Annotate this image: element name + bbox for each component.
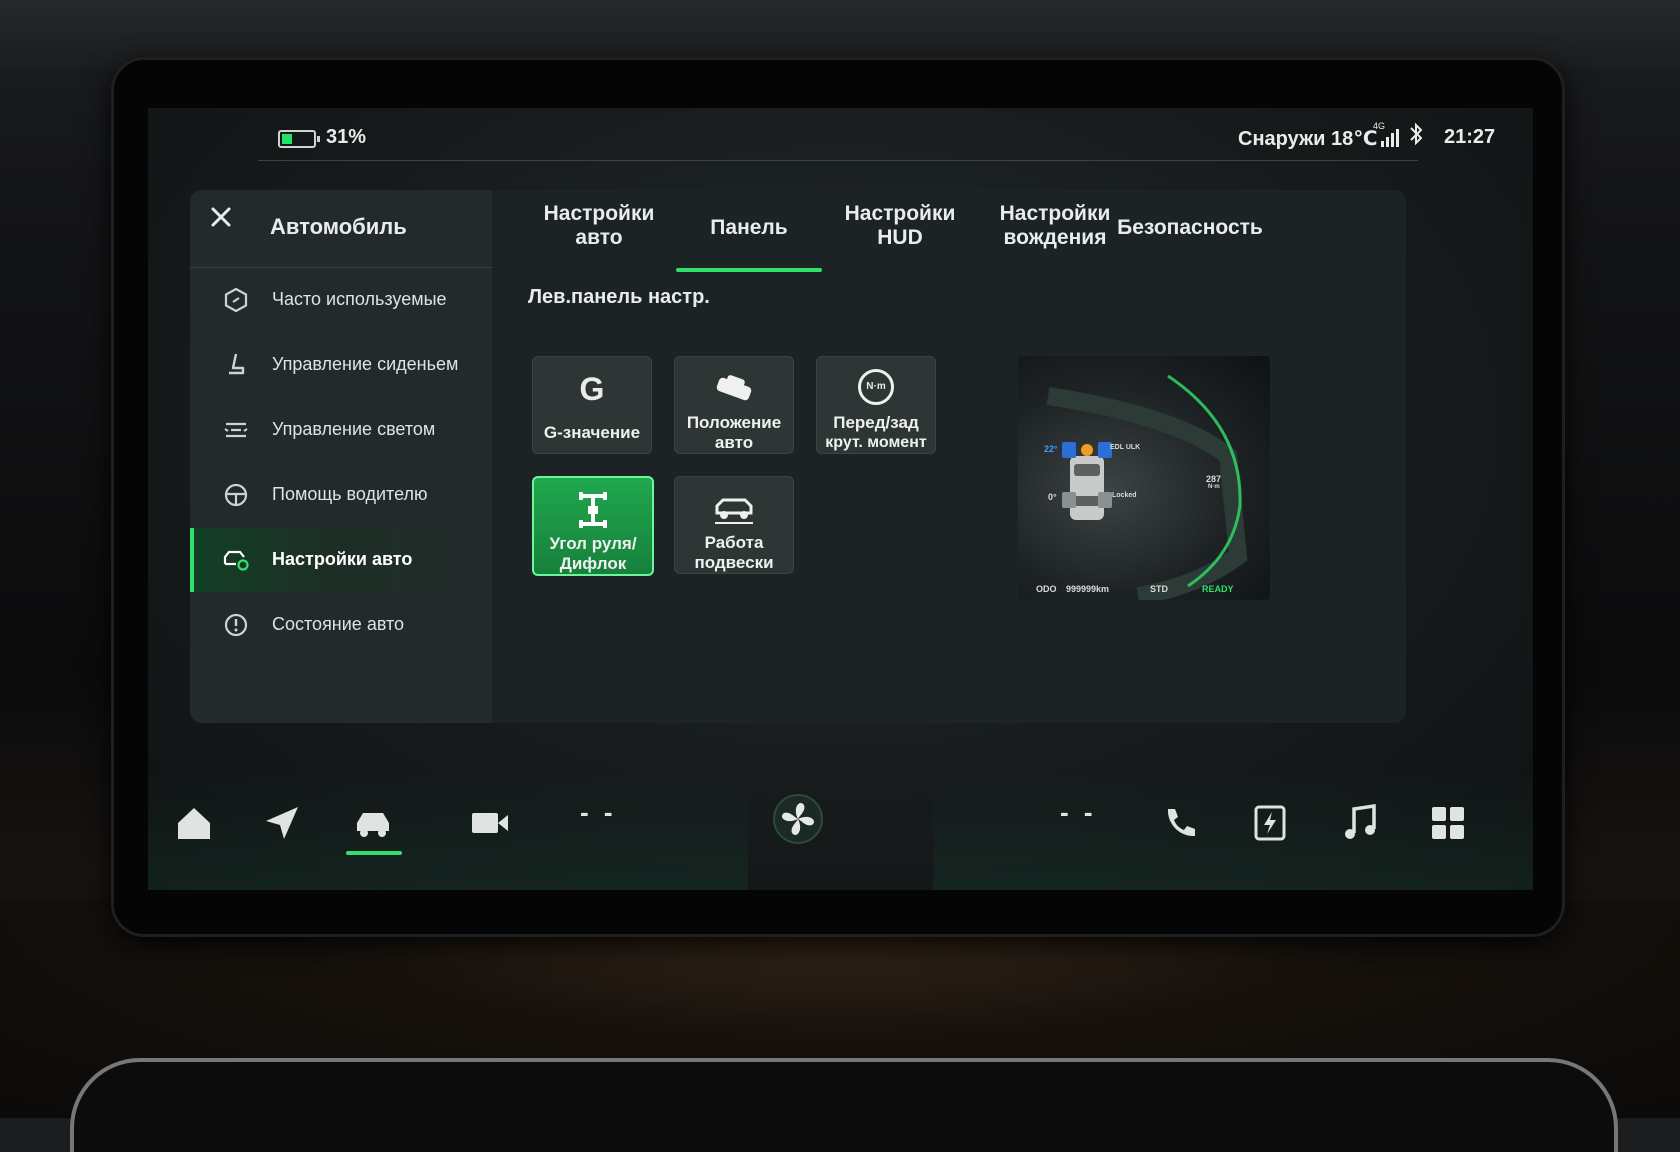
car-position-icon — [716, 375, 752, 401]
tab-label-line2: HUD — [877, 226, 923, 249]
tile-label: G-значение — [543, 423, 641, 442]
edl-status: EDL ULK — [1110, 444, 1141, 451]
close-button[interactable] — [206, 204, 236, 234]
tile-label-line1: Работа — [704, 533, 764, 552]
apps-grid-icon[interactable] — [1428, 803, 1468, 843]
clock: 21:27 — [1444, 126, 1496, 148]
air-vent — [70, 1058, 1618, 1152]
steering-angle-bottom: 0° — [1048, 492, 1057, 502]
torque-icon: N·m — [817, 369, 935, 409]
sidebar-title: Автомобиль — [270, 214, 407, 239]
tile-g-value[interactable]: G G-значение — [532, 356, 652, 454]
light-icon — [224, 422, 248, 438]
axle-icon — [579, 492, 607, 528]
infotainment-screen: 31% Снаружи 18℃ 4G 21:27 Автомобиль Част… — [148, 108, 1533, 890]
sidebar-item-label: Состояние авто — [272, 614, 405, 634]
tile-steering-angle-difflock[interactable]: Угол руля/ Дифлок — [532, 476, 654, 576]
drive-mode: STD — [1150, 584, 1168, 594]
outside-temperature: Снаружи 18℃ — [1238, 128, 1378, 150]
tab-label-line2: вождения — [1003, 226, 1107, 249]
network-type: 4G — [1373, 121, 1386, 131]
tab-safety[interactable]: Безопасность — [1110, 202, 1270, 272]
odo-value: 999999km — [1066, 584, 1110, 594]
sidebar-item-label: Помощь водителю — [272, 484, 428, 504]
tab-car-settings[interactable]: Настройки авто — [524, 202, 674, 272]
battery-icon — [278, 130, 320, 148]
charging-icon[interactable] — [1250, 803, 1290, 843]
suspension-icon — [715, 498, 753, 524]
fan-icon[interactable] — [770, 791, 826, 847]
tile-car-position[interactable]: Положение авто — [674, 356, 794, 454]
status-divider — [258, 160, 1418, 161]
tab-label-line1: Настройки — [999, 202, 1111, 225]
tile-label-line2: Дифлок — [559, 554, 627, 573]
lock-status: Locked — [1112, 492, 1137, 499]
sidebar-item-frequently-used[interactable]: Часто используемые — [190, 268, 492, 332]
sidebar-item-label: Часто используемые — [272, 289, 447, 309]
tile-label-line1: Угол руля/ — [549, 534, 637, 553]
sidebar-item-seat-control[interactable]: Управление сиденьем — [190, 333, 492, 397]
music-icon[interactable] — [1340, 803, 1380, 843]
section-title: Лев.панель настр. — [528, 286, 710, 308]
tab-label: Безопасность — [1117, 216, 1263, 239]
home-icon[interactable] — [174, 803, 214, 843]
odo-label: ODO — [1036, 584, 1057, 594]
close-icon — [211, 207, 231, 227]
sidebar-item-label: Настройки авто — [272, 549, 413, 569]
right-climate-temp[interactable]: - - — [1060, 797, 1097, 828]
hexagon-icon — [224, 287, 248, 313]
navigation-icon[interactable] — [262, 803, 302, 843]
sidebar-item-driver-assist[interactable]: Помощь водителю — [190, 463, 492, 527]
battery-percentage: 31% — [326, 126, 367, 148]
ready-indicator: READY — [1202, 584, 1234, 594]
bottom-navigation: - - - - — [148, 773, 1533, 890]
tab-active-indicator — [676, 268, 822, 272]
car-icon[interactable] — [353, 803, 393, 843]
tile-label-line2: авто — [714, 433, 754, 452]
tile-torque-distribution[interactable]: N·m Перед/зад крут. момент — [816, 356, 936, 454]
signal-icon: 4G — [1373, 121, 1401, 147]
camera-icon[interactable] — [470, 803, 510, 843]
g-value-icon: G — [579, 371, 605, 407]
tile-label-line1: Перед/зад — [833, 413, 919, 432]
car-status-icon — [224, 613, 248, 637]
sidebar-item-car-settings[interactable]: Настройки авто — [190, 528, 492, 592]
phone-icon[interactable] — [1160, 803, 1200, 843]
status-bar: 31% Снаружи 18℃ 4G 21:27 — [148, 108, 1533, 166]
tab-label-line1: Настройки — [844, 202, 956, 225]
torque-value: 287 — [1206, 474, 1222, 484]
car-settings-icon — [223, 550, 249, 571]
tab-label-line1: Настройки — [543, 202, 655, 225]
tab-label-line2: авто — [575, 226, 623, 249]
left-climate-temp[interactable]: - - — [580, 797, 617, 828]
seat-icon — [229, 353, 245, 375]
tab-driving-settings[interactable]: Настройки вождения — [980, 202, 1130, 272]
tab-hud-settings[interactable]: Настройки HUD — [830, 202, 970, 272]
tab-label: Панель — [710, 216, 788, 239]
torque-unit: N·m — [1208, 484, 1220, 490]
bluetooth-icon — [1408, 122, 1424, 152]
sidebar-item-label: Управление сиденьем — [272, 354, 459, 374]
nav-active-indicator — [346, 851, 402, 855]
tile-suspension[interactable]: Работа подвески — [674, 476, 794, 574]
steering-wheel-icon — [224, 483, 248, 507]
tab-panel[interactable]: Панель — [676, 202, 822, 272]
sidebar-item-car-status[interactable]: Состояние авто — [190, 593, 492, 657]
tile-label-line1: Положение — [686, 413, 782, 432]
sidebar-item-light-control[interactable]: Управление светом — [190, 398, 492, 462]
vehicle-settings-panel: Автомобиль Часто используемые Управление… — [190, 190, 1406, 723]
sidebar: Автомобиль Часто используемые Управление… — [190, 190, 492, 723]
tile-label-line2: подвески — [694, 553, 774, 572]
cluster-preview-graphic — [1046, 374, 1248, 600]
tile-label-line2: крут. момент — [825, 434, 927, 451]
cluster-preview-image: 22° 0° EDL ULK Locked 287 N·m ODO 999999… — [1018, 356, 1270, 600]
sidebar-item-label: Управление светом — [272, 419, 436, 439]
steering-angle-top: 22° — [1044, 444, 1058, 454]
